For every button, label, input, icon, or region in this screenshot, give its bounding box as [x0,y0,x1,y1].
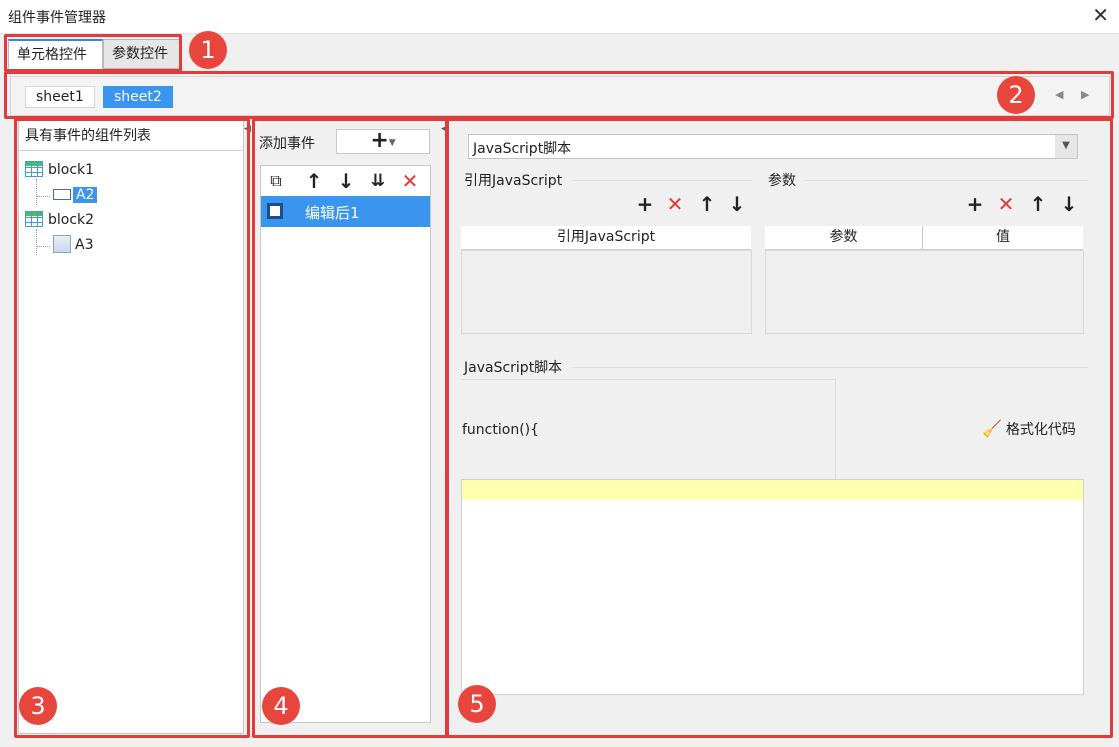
annotation-box-5 [446,118,1113,738]
marker-3: 3 [19,687,57,725]
annotation-box-4 [252,118,448,738]
annotation-box-3 [14,118,250,738]
close-icon[interactable]: ✕ [1092,4,1109,26]
title-bar: 组件事件管理器 ✕ [0,0,1119,34]
window-title: 组件事件管理器 [8,10,106,26]
marker-2: 2 [997,76,1035,114]
annotation-box-1 [4,34,182,72]
marker-1: 1 [189,31,227,69]
marker-5: 5 [458,685,496,723]
annotation-box-2 [4,71,1114,119]
marker-4: 4 [262,687,300,725]
